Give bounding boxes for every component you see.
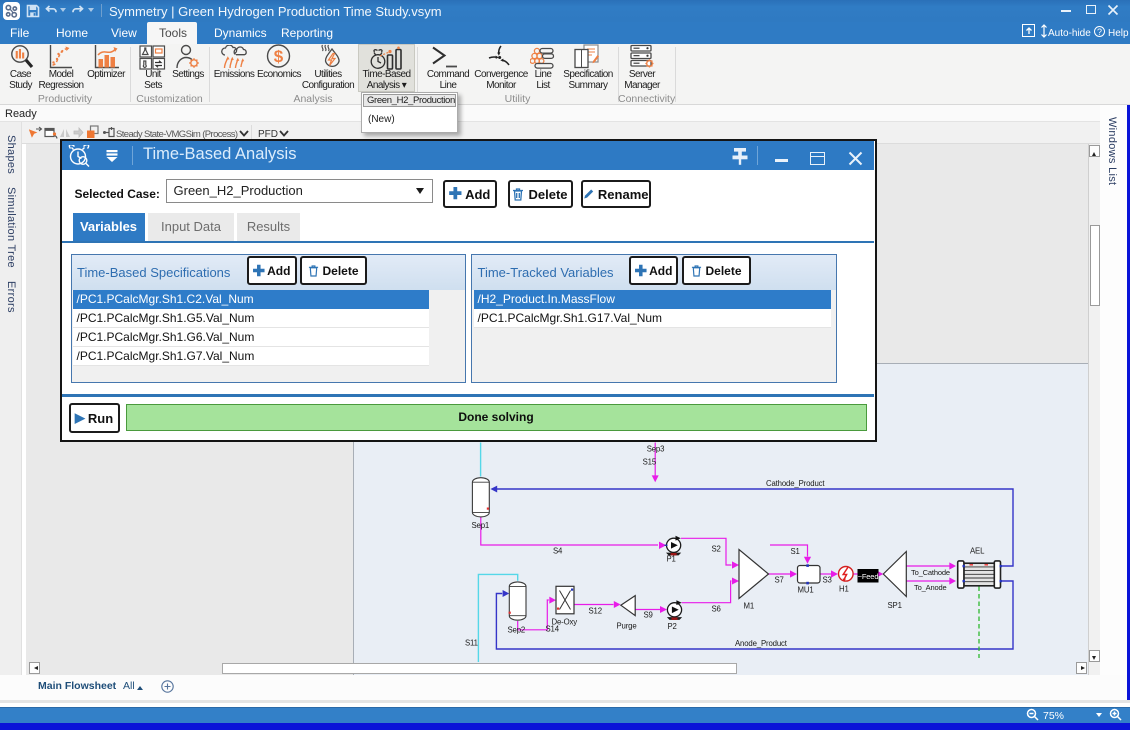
svg-text:To_Anode: To_Anode xyxy=(914,583,947,592)
svg-text:Sep1: Sep1 xyxy=(472,521,490,530)
svg-text:Purge: Purge xyxy=(617,622,637,631)
svg-text:$: $ xyxy=(274,47,284,66)
svg-text:H1: H1 xyxy=(839,585,849,594)
svg-text:MU1: MU1 xyxy=(798,586,814,595)
svg-text:S12: S12 xyxy=(589,607,602,616)
svg-text:S6: S6 xyxy=(712,605,721,614)
svg-text:P2: P2 xyxy=(668,622,677,631)
svg-text:S9: S9 xyxy=(644,611,653,620)
svg-text:M1: M1 xyxy=(744,602,755,611)
svg-text:AEL: AEL xyxy=(970,547,985,556)
svg-text:De-Oxy: De-Oxy xyxy=(552,618,578,627)
svg-text:~Feed: ~Feed xyxy=(858,572,879,581)
svg-text:S1: S1 xyxy=(791,547,800,556)
svg-text:P1: P1 xyxy=(667,555,676,564)
svg-text:Cathode_Product: Cathode_Product xyxy=(766,479,825,488)
svg-text:Sep2: Sep2 xyxy=(508,626,526,635)
svg-text:S7: S7 xyxy=(775,576,784,585)
svg-text:Sep3: Sep3 xyxy=(647,445,665,454)
svg-text:To_Cathode: To_Cathode xyxy=(911,568,950,577)
svg-text:S11: S11 xyxy=(465,639,478,648)
svg-text:S15: S15 xyxy=(643,458,657,467)
svg-text:S3: S3 xyxy=(823,576,832,585)
svg-text:S4: S4 xyxy=(553,547,563,556)
svg-text:S2: S2 xyxy=(712,545,721,554)
svg-text:SP1: SP1 xyxy=(888,601,902,610)
svg-text:Anode_Product: Anode_Product xyxy=(735,639,788,648)
